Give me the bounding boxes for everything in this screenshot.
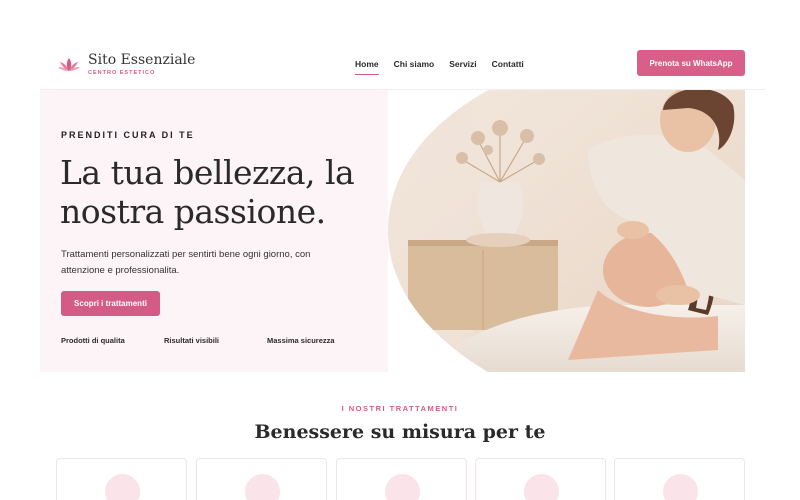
treatment-card[interactable] xyxy=(475,458,606,500)
treatment-icon xyxy=(105,474,140,500)
treatments-eyebrow: I NOSTRI TRATTAMENTI xyxy=(341,404,459,413)
facial-treatment-photo xyxy=(388,90,745,372)
brand-subtitle: CENTRO ESTETICO xyxy=(88,70,156,76)
treatment-icon xyxy=(245,474,280,500)
nav-item-home[interactable]: Home xyxy=(355,59,379,75)
hero-headline-line1: La tua bellezza, la xyxy=(60,153,355,192)
whatsapp-booking-button[interactable]: Prenota su WhatsApp xyxy=(637,50,745,76)
lotus-icon xyxy=(58,57,80,71)
brand-logo[interactable]: Sito Essenziale CENTRO ESTETICO xyxy=(58,53,195,76)
treatment-card[interactable] xyxy=(56,458,187,500)
main-nav: Home Chi siamo Servizi Contatti xyxy=(355,59,524,75)
treatments-title: Benessere su misura per te xyxy=(254,421,546,443)
hero-image xyxy=(388,90,745,372)
hero-section: PRENDITI CURA DI TE La tua bellezza, la … xyxy=(40,90,745,372)
site-header: Sito Essenziale CENTRO ESTETICO Home Chi… xyxy=(40,40,765,90)
nav-item-chi-siamo[interactable]: Chi siamo xyxy=(394,59,435,75)
nav-item-servizi[interactable]: Servizi xyxy=(449,59,476,75)
hero-eyebrow: PRENDITI CURA DI TE xyxy=(61,130,195,140)
treatment-icon xyxy=(663,474,698,500)
hero-text-panel: PRENDITI CURA DI TE La tua bellezza, la … xyxy=(40,90,388,372)
treatment-cards xyxy=(56,458,746,500)
treatment-icon xyxy=(524,474,559,500)
nav-item-contatti[interactable]: Contatti xyxy=(492,59,524,75)
hero-headline-line2: nostra passione. xyxy=(60,192,326,231)
treatment-icon xyxy=(385,474,420,500)
brand-title: Sito Essenziale xyxy=(88,52,196,68)
treatment-card[interactable] xyxy=(336,458,467,500)
discover-treatments-button[interactable]: Scopri i trattamenti xyxy=(61,291,160,316)
treatment-card[interactable] xyxy=(614,458,745,500)
feature-safety: Massima sicurezza xyxy=(267,336,335,345)
feature-results: Risultati visibili xyxy=(164,336,220,345)
hero-headline: La tua bellezza, la nostra passione. xyxy=(60,153,370,231)
treatment-card[interactable] xyxy=(196,458,327,500)
feature-quality: Prodotti di qualita xyxy=(61,336,125,345)
hero-description: Trattamenti personalizzati per sentirti … xyxy=(61,249,311,276)
